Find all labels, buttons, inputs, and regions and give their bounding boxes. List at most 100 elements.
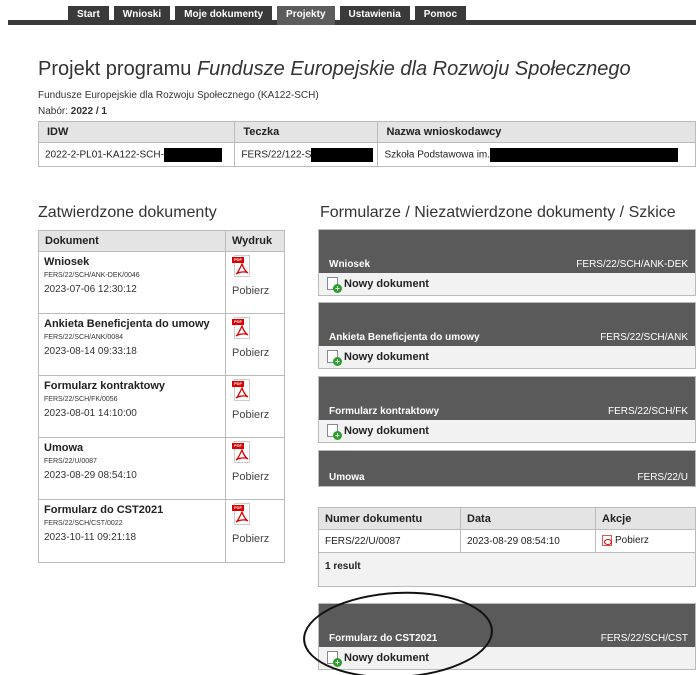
new-document-button[interactable]: + Nowy dokument bbox=[319, 420, 695, 442]
document-cell: Formularz do CST2021 FERS/22/SCH/CST/0022… bbox=[39, 500, 226, 562]
form-panel-code: FERS/22/SCH/FK bbox=[607, 406, 688, 417]
document-code: FERS/22/SCH/FK/0056 bbox=[44, 396, 118, 403]
pobierz-link[interactable]: Pobierz bbox=[232, 471, 280, 483]
forms-heading: Formularze / Niezatwierdzone dokumenty /… bbox=[320, 204, 676, 221]
document-name: Formularz kontraktowy bbox=[44, 380, 166, 392]
form-panel: Formularz kontraktowy FERS/22/SCH/FK + Nowy… bbox=[318, 376, 696, 443]
tab-moje-dokumenty[interactable]: Moje dokumenty bbox=[175, 6, 273, 25]
cell-idw: 2022-2-PL01-KA122-SCH- bbox=[37, 142, 236, 167]
table-row: Ankieta Beneficjenta do umowy FERS/22/SCH… bbox=[39, 314, 284, 376]
form-panel-title: Wniosek bbox=[329, 259, 371, 270]
result-count: 1 result bbox=[318, 552, 696, 587]
pobierz-link[interactable]: Pobierz bbox=[615, 536, 649, 547]
pobierz-link[interactable]: Pobierz bbox=[232, 347, 280, 359]
table-row: Umowa FERS/22/U/0087 2023-08-29 08:54:10 PD… bbox=[39, 438, 284, 500]
col-numer: Numer dokumentu bbox=[318, 507, 461, 530]
redaction bbox=[490, 147, 679, 162]
col-wydruk: Wydruk bbox=[232, 235, 273, 247]
page-title: Projekt programu Fundusze Europejskie dl… bbox=[38, 58, 631, 81]
form-panel-header: Wniosek FERS/22/SCH/ANK-DEK bbox=[319, 230, 695, 273]
new-document-icon: + bbox=[327, 424, 342, 440]
new-document-label: Nowy dokument bbox=[344, 278, 429, 290]
document-date: 2023-08-14 09:33:18 bbox=[44, 346, 137, 357]
table-row: Wniosek FERS/22/SCH/ANK-DEK/0046 2023-07-0… bbox=[39, 252, 284, 314]
pobierz-link[interactable]: Pobierz bbox=[232, 409, 280, 421]
new-document-label: Nowy dokument bbox=[344, 351, 429, 363]
approved-documents-table: Dokument Wydruk Wniosek FERS/22/SCH/ANK-D… bbox=[38, 230, 285, 563]
print-cell: PDF Pobierz bbox=[226, 438, 284, 499]
new-document-button[interactable]: + Nowy dokument bbox=[319, 346, 695, 368]
document-cell: Wniosek FERS/22/SCH/ANK-DEK/0046 2023-07-0… bbox=[39, 252, 226, 313]
table-row: Formularz do CST2021 FERS/22/SCH/CST/0022… bbox=[39, 500, 284, 562]
document-code: FERS/22/SCH/ANK-DEK/0046 bbox=[44, 272, 140, 279]
redaction bbox=[163, 147, 222, 162]
tab-start[interactable]: Start bbox=[68, 6, 109, 25]
nazwa-value: Szkoła Podstawowa im. bbox=[384, 149, 491, 161]
cell-nazwa: Szkoła Podstawowa im. bbox=[377, 142, 696, 167]
nav-tabs: Start Wnioski Moje dokumenty Projekty Us… bbox=[68, 6, 467, 25]
pdf-icon[interactable]: PDF bbox=[232, 441, 252, 465]
pobierz-link[interactable]: Pobierz bbox=[232, 533, 280, 545]
document-code: FERS/22/SCH/CST/0022 bbox=[44, 520, 123, 527]
idw-value: 2022-2-PL01-KA122-SCH- bbox=[45, 149, 164, 161]
print-cell: PDF Pobierz bbox=[226, 314, 284, 375]
form-panel-code: FERS/22/SCH/ANK bbox=[600, 332, 688, 343]
pdf-icon[interactable]: PDF bbox=[232, 379, 252, 403]
col-nazwa: Nazwa wnioskodawcy bbox=[377, 121, 696, 143]
col-idw: IDW bbox=[37, 121, 236, 143]
col-akcje: Akcje bbox=[595, 507, 696, 530]
pdf-icon[interactable]: PDF bbox=[232, 503, 252, 527]
nabor-label: Nabór: bbox=[38, 106, 69, 117]
new-document-button[interactable]: + Nowy dokument bbox=[319, 273, 695, 295]
umowa-documents-table: Numer dokumentu Data Akcje FERS/22/U/008… bbox=[318, 507, 696, 587]
redaction bbox=[311, 147, 374, 162]
cell-teczka: FERS/22/122-S bbox=[234, 142, 379, 167]
document-name: Wniosek bbox=[44, 256, 90, 268]
tab-ustawienia[interactable]: Ustawienia bbox=[339, 6, 410, 25]
document-cell: Formularz kontraktowy FERS/22/SCH/FK/0056… bbox=[39, 376, 226, 437]
form-panel: Umowa FERS/22/U bbox=[318, 450, 696, 487]
form-panel-header: Umowa FERS/22/U bbox=[319, 451, 695, 486]
tab-projekty[interactable]: Projekty bbox=[277, 6, 335, 25]
form-panel-header: Formularz kontraktowy FERS/22/SCH/FK bbox=[319, 377, 695, 420]
pdf-icon[interactable]: PDF bbox=[232, 317, 252, 341]
col-data: Data bbox=[460, 507, 596, 530]
new-document-label: Nowy dokument bbox=[344, 425, 429, 437]
highlight-circle-annotation bbox=[300, 587, 496, 675]
document-cell: Umowa FERS/22/U/0087 2023-08-29 08:54:10 bbox=[39, 438, 226, 499]
col-dokument: Dokument bbox=[39, 231, 226, 251]
table-row: FERS/22/U/0087 2023-08-29 08:54:10 Pobie… bbox=[318, 529, 696, 553]
program-subtitle: Fundusze Europejskie dla Rozwoju Społecz… bbox=[38, 90, 319, 101]
document-cell: Ankieta Beneficjenta do umowy FERS/22/SCH… bbox=[39, 314, 226, 375]
form-panel: Ankieta Beneficjenta do umowy FERS/22/SCH… bbox=[318, 302, 696, 369]
approved-header-row: Dokument Wydruk bbox=[39, 231, 284, 252]
nabor-line: Nabór: 2022 / 1 bbox=[38, 106, 107, 117]
document-date: 2023-08-01 14:10:00 bbox=[44, 408, 137, 419]
form-panel-title: Ankieta Beneficjenta do umowy bbox=[329, 332, 480, 343]
print-cell: PDF Pobierz bbox=[226, 376, 284, 437]
form-panel: Wniosek FERS/22/SCH/ANK-DEK + Nowy dokument bbox=[318, 229, 696, 296]
form-panel-code: FERS/22/U bbox=[637, 472, 688, 483]
document-code: FERS/22/SCH/ANK/0084 bbox=[44, 334, 123, 341]
print-cell: PDF Pobierz bbox=[226, 252, 284, 313]
nabor-value: 2022 / 1 bbox=[70, 106, 107, 117]
document-name: Formularz do CST2021 bbox=[44, 504, 164, 516]
tab-wnioski[interactable]: Wnioski bbox=[113, 6, 171, 25]
print-cell: PDF Pobierz bbox=[226, 500, 284, 562]
table-row: Formularz kontraktowy FERS/22/SCH/FK/0056… bbox=[39, 376, 284, 438]
pdf-icon[interactable]: PDF bbox=[232, 255, 252, 279]
document-name: Umowa bbox=[44, 442, 84, 454]
pdf-icon bbox=[602, 535, 612, 547]
form-panel-title: Formularz kontraktowy bbox=[329, 406, 440, 417]
col-teczka: Teczka bbox=[234, 121, 379, 143]
form-panel-title: Umowa bbox=[329, 472, 365, 483]
pobierz-link[interactable]: Pobierz bbox=[232, 285, 280, 297]
new-document-icon: + bbox=[327, 277, 342, 293]
tab-pomoc[interactable]: Pomoc bbox=[414, 6, 467, 25]
form-panel-code: FERS/22/SCH/ANK-DEK bbox=[576, 259, 688, 270]
document-name: Ankieta Beneficjenta do umowy bbox=[44, 318, 210, 330]
cell-akcje: Pobierz bbox=[595, 529, 696, 553]
page-title-program: Fundusze Europejskie dla Rozwoju Społecz… bbox=[196, 58, 631, 80]
project-info-table: IDW Teczka Nazwa wnioskodawcy 2022-2-PL0… bbox=[37, 121, 696, 167]
document-code: FERS/22/U/0087 bbox=[44, 458, 97, 465]
